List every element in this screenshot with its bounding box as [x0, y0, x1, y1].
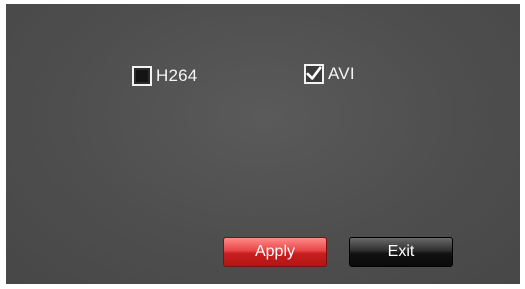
h264-checkbox[interactable] — [132, 66, 152, 86]
checkmark-icon — [306, 66, 322, 80]
apply-button[interactable]: Apply — [223, 237, 327, 267]
settings-panel: H264 AVI Apply Exit — [6, 4, 520, 284]
checkbox-empty-fill — [136, 70, 148, 82]
avi-option[interactable]: AVI — [304, 64, 355, 84]
exit-button[interactable]: Exit — [349, 237, 453, 267]
h264-label: H264 — [156, 66, 198, 85]
avi-label: AVI — [328, 64, 355, 83]
h264-option[interactable]: H264 — [132, 66, 197, 86]
avi-checkbox[interactable] — [304, 64, 324, 84]
